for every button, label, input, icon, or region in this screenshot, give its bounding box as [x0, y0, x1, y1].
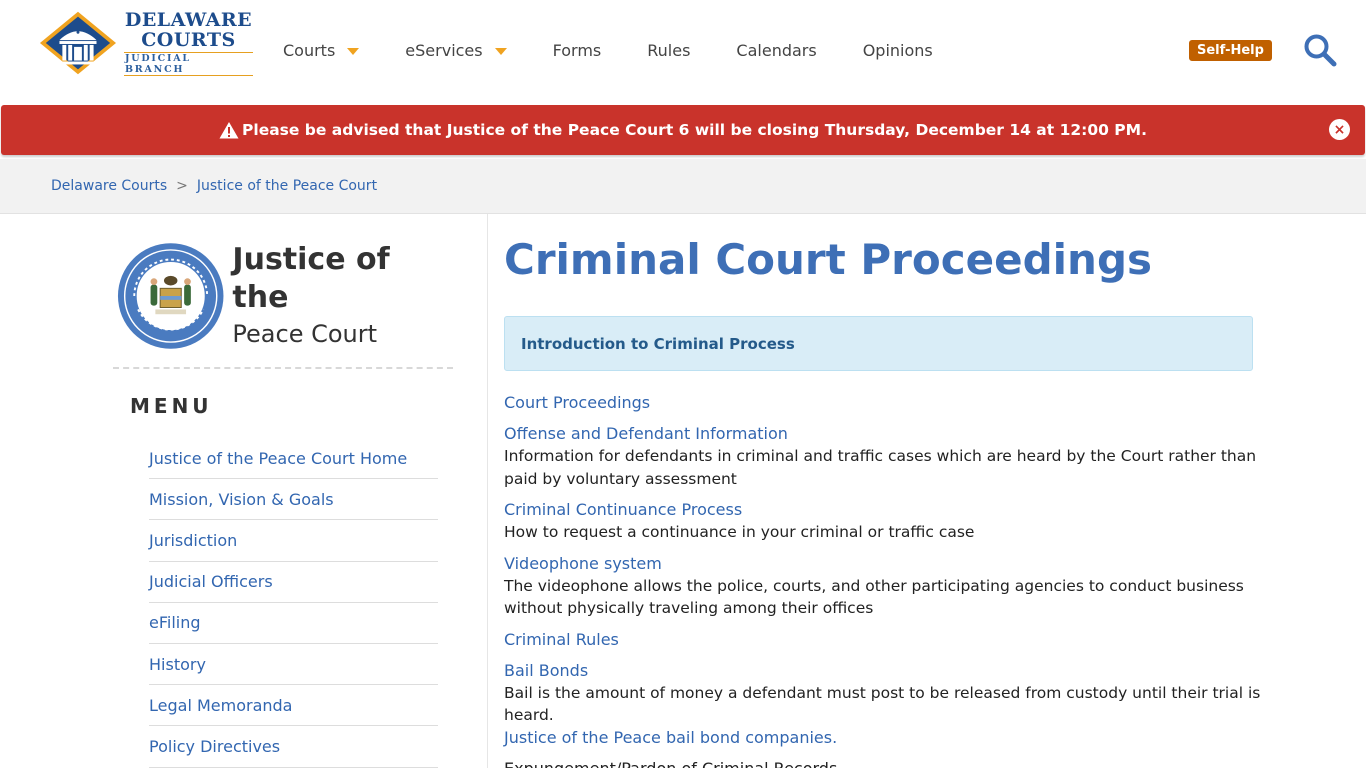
page-title-bold: Criminal Court	[504, 235, 846, 284]
page-title-light: Proceedings	[860, 235, 1153, 284]
nav-opinions[interactable]: Opinions	[863, 41, 933, 60]
item-description: Information for defendants in criminal a…	[504, 447, 1257, 488]
link-bail-bonds[interactable]: Bail Bonds	[504, 660, 1264, 682]
nav-eservices[interactable]: eServices	[405, 40, 507, 60]
search-button[interactable]	[1303, 33, 1337, 67]
nav-courts-label: Courts	[283, 40, 336, 60]
caret-down-icon	[494, 47, 507, 55]
sidebar-item-home: Justice of the Peace Court Home	[149, 438, 438, 480]
list-item: Criminal Continuance Process How to requ…	[504, 499, 1264, 544]
item-description: Bail is the amount of money a defendant …	[504, 683, 1261, 725]
list-item: Bail Bonds Bail is the amount of money a…	[504, 660, 1264, 749]
link-videophone-system[interactable]: Videophone system	[504, 553, 1264, 575]
breadcrumb-delaware-courts[interactable]: Delaware Courts	[51, 178, 167, 194]
link-bail-bond-companies[interactable]: Justice of the Peace bail bond companies…	[504, 727, 1264, 749]
link-criminal-continuance[interactable]: Criminal Continuance Process	[504, 499, 1264, 521]
logo-text-delaware: DELAWARE	[124, 9, 253, 31]
link-criminal-rules[interactable]: Criminal Rules	[504, 629, 1264, 651]
expungement-heading: Expungement/Pardon of Criminal Records	[504, 758, 838, 768]
sidebar-divider	[113, 367, 453, 369]
sidebar: Justice of the Peace Court MENU Justice …	[0, 214, 488, 768]
breadcrumb-separator: >	[176, 178, 188, 194]
nav-eservices-label: eServices	[405, 40, 483, 60]
proceedings-list: Court Proceedings Offense and Defendant …	[504, 392, 1264, 768]
sidebar-item-legal-memoranda: Legal Memoranda	[149, 685, 438, 727]
sidebar-item-jurisdiction: Jurisdiction	[149, 520, 438, 562]
main-content: Criminal Court Proceedings Introduction …	[504, 214, 1264, 768]
delaware-courts-logo[interactable]: DELAWARE COURTS JUDICIAL BRANCH	[38, 10, 253, 76]
sidebar-item-history: History	[149, 644, 438, 686]
list-item: Videophone system The videophone allows …	[504, 553, 1264, 620]
sidebar-link-policy-directives[interactable]: Policy Directives	[149, 737, 280, 756]
item-description: The videophone allows the police, courts…	[504, 576, 1244, 618]
nav-opinions-label: Opinions	[862, 40, 933, 60]
logo-text-courts: COURTS	[141, 29, 236, 51]
sidebar-item-judicial-officers: Judicial Officers	[149, 562, 438, 603]
nav-rules[interactable]: Rules	[647, 41, 690, 60]
nav-forms[interactable]: Forms	[553, 41, 602, 60]
sidebar-item-mission: Mission, Vision & Goals	[149, 479, 438, 521]
sidebar-link-mission[interactable]: Mission, Vision & Goals	[149, 490, 334, 509]
self-help-button[interactable]: Self-Help	[1189, 40, 1272, 61]
nav-courts[interactable]: Courts	[283, 40, 360, 60]
warning-icon	[219, 122, 239, 139]
breadcrumb-bar: Delaware Courts > Justice of the Peace C…	[0, 159, 1366, 214]
close-icon: ×	[1333, 121, 1346, 138]
nav-rules-label: Rules	[647, 40, 691, 60]
alert-message: Please be advised that Justice of the Pe…	[242, 121, 1147, 139]
court-title-line1: Justice of the	[232, 242, 390, 315]
list-item: Criminal Rules	[504, 629, 1264, 651]
search-icon	[1304, 34, 1337, 67]
courthouse-logo-icon	[39, 11, 117, 75]
sidebar-link-efiling[interactable]: eFiling	[149, 613, 201, 632]
page-title: Criminal Court Proceedings	[504, 236, 1264, 284]
court-title-line2: Peace Court	[232, 320, 378, 348]
nav-calendars[interactable]: Calendars	[736, 41, 816, 60]
intro-panel[interactable]: Introduction to Criminal Process	[504, 316, 1253, 371]
nav-forms-label: Forms	[552, 40, 602, 60]
sidebar-link-history[interactable]: History	[149, 655, 206, 674]
main-nav: Courts eServices Forms Rules Calendars O…	[283, 38, 979, 62]
nav-calendars-label: Calendars	[736, 40, 817, 60]
sidebar-link-judicial-officers[interactable]: Judicial Officers	[149, 572, 273, 591]
sidebar-link-legal-memoranda[interactable]: Legal Memoranda	[149, 696, 292, 715]
caret-down-icon	[347, 47, 360, 55]
breadcrumb: Delaware Courts > Justice of the Peace C…	[51, 178, 377, 194]
intro-panel-label: Introduction to Criminal Process	[521, 334, 795, 353]
sidebar-item-efiling: eFiling	[149, 603, 438, 644]
menu-heading: MENU	[130, 394, 213, 418]
breadcrumb-justice-of-the-peace-court[interactable]: Justice of the Peace Court	[197, 178, 377, 194]
link-court-proceedings[interactable]: Court Proceedings	[504, 392, 1264, 414]
item-description: How to request a continuance in your cri…	[504, 523, 975, 541]
list-item: Court Proceedings	[504, 392, 1264, 414]
alert-banner: Please be advised that Justice of the Pe…	[1, 105, 1365, 155]
logo-text-judicial-branch: JUDICIAL BRANCH	[123, 52, 253, 76]
sidebar-menu: Justice of the Peace Court Home Mission,…	[149, 438, 438, 768]
site-header: DELAWARE COURTS JUDICIAL BRANCH Courts e…	[0, 0, 1366, 104]
court-branding: Justice of the Peace Court	[117, 240, 447, 352]
close-alert-button[interactable]: ×	[1329, 119, 1350, 140]
list-item: Offense and Defendant Information Inform…	[504, 423, 1264, 490]
list-item: Expungement/Pardon of Criminal Records	[504, 758, 1264, 768]
link-offense-defendant-info[interactable]: Offense and Defendant Information	[504, 423, 1264, 445]
sidebar-link-jurisdiction[interactable]: Jurisdiction	[149, 531, 237, 550]
sidebar-item-policy-directives: Policy Directives	[149, 726, 438, 768]
sidebar-link-home[interactable]: Justice of the Peace Court Home	[149, 449, 407, 468]
court-seal-icon	[117, 243, 224, 349]
